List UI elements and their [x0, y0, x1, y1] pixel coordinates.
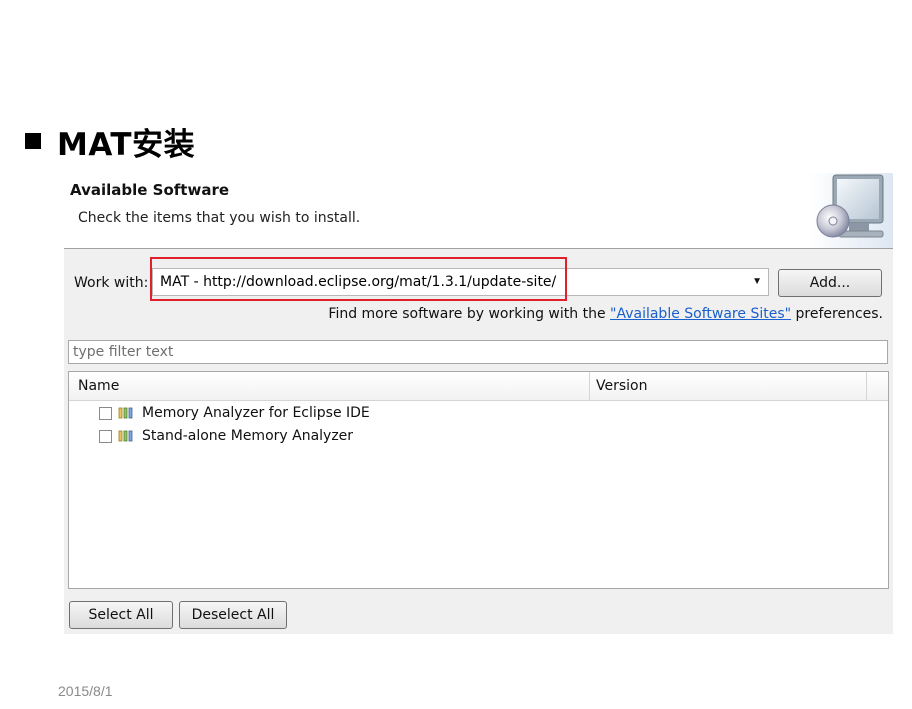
column-divider[interactable]: [589, 372, 590, 400]
dialog-description: Check the items that you wish to install…: [78, 210, 361, 226]
install-dialog: Available Software Check the items that …: [64, 173, 893, 634]
find-more-text: Find more software by working with the "…: [328, 306, 883, 322]
add-button[interactable]: Add...: [778, 269, 882, 297]
select-all-button[interactable]: Select All: [69, 601, 173, 629]
installable-unit-icon: [118, 430, 133, 442]
column-divider[interactable]: [866, 372, 867, 400]
software-table: Name Version Memory Analyzer for Eclipse…: [68, 371, 889, 589]
row-name: Stand-alone Memory Analyzer: [142, 428, 354, 444]
work-with-label: Work with:: [74, 275, 149, 291]
installable-unit-icon: [118, 407, 133, 419]
chevron-down-icon[interactable]: ▼: [752, 276, 762, 287]
find-more-suffix: preferences.: [791, 306, 884, 322]
work-with-combo[interactable]: MAT - http://download.eclipse.org/mat/1.…: [152, 268, 769, 296]
deselect-all-button[interactable]: Deselect All: [179, 601, 287, 629]
row-checkbox[interactable]: [99, 429, 112, 443]
table-row[interactable]: Stand-alone Memory Analyzer: [99, 426, 353, 446]
computer-monitor-with-cd-icon: [809, 173, 893, 248]
work-with-value: MAT - http://download.eclipse.org/mat/1.…: [160, 274, 557, 290]
slide-date: 2015/8/1: [58, 683, 113, 699]
find-more-prefix: Find more software by working with the: [328, 306, 611, 322]
square-bullet-icon: [25, 133, 41, 149]
slide-title-text: MAT安装: [57, 126, 196, 163]
filter-input[interactable]: type filter text: [68, 340, 888, 364]
available-software-sites-link[interactable]: "Available Software Sites": [610, 306, 791, 322]
row-name: Memory Analyzer for Eclipse IDE: [142, 405, 370, 421]
dialog-header: Available Software Check the items that …: [64, 173, 893, 249]
dialog-title: Available Software: [70, 181, 230, 199]
filter-placeholder: type filter text: [73, 344, 174, 360]
column-header-name[interactable]: Name: [78, 378, 119, 394]
table-row[interactable]: Memory Analyzer for Eclipse IDE: [99, 403, 370, 423]
slide-title: MAT安装: [25, 121, 196, 163]
table-header: Name Version: [69, 372, 888, 401]
row-checkbox[interactable]: [99, 406, 112, 420]
column-header-version[interactable]: Version: [596, 378, 647, 394]
